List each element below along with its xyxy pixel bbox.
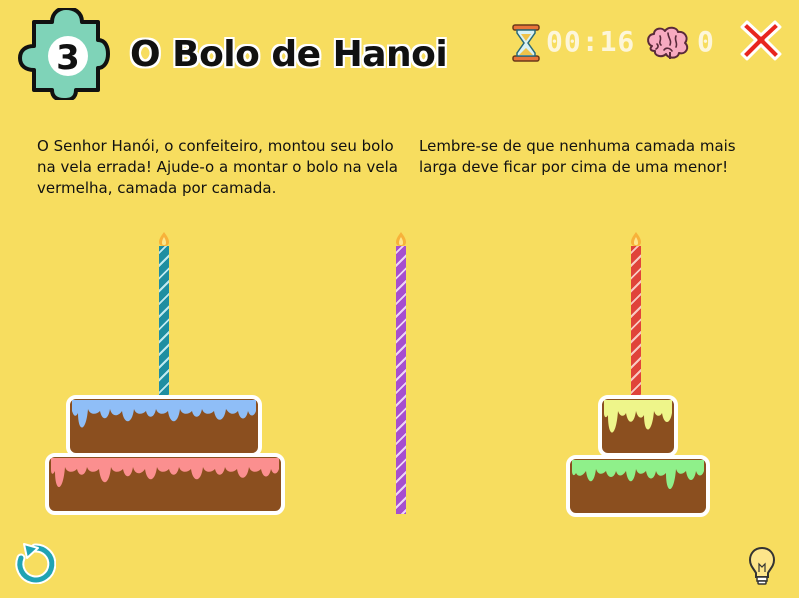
lightbulb-icon[interactable]	[748, 546, 776, 586]
flame-icon	[631, 232, 641, 246]
cake-layer-pink[interactable]	[45, 453, 285, 515]
flame-icon	[159, 232, 169, 246]
moves-counter: 0	[697, 25, 714, 58]
timer-display: 00:16	[546, 25, 636, 58]
brain-icon	[647, 26, 689, 59]
candle-blue[interactable]	[159, 246, 169, 398]
candle-red[interactable]	[631, 246, 641, 398]
close-icon[interactable]	[739, 18, 783, 62]
candle-purple[interactable]	[396, 246, 406, 514]
cake-layer-yellow[interactable]	[598, 395, 678, 457]
restart-icon[interactable]	[14, 540, 56, 584]
level-number: 3	[56, 38, 80, 78]
cake-layer-blue[interactable]	[66, 395, 262, 457]
instructions-right: Lembre-se de que nenhuma camada mais lar…	[419, 137, 736, 176]
cake-layer-green[interactable]	[566, 455, 710, 517]
puzzle-level-icon: 3	[18, 8, 110, 100]
instructions-left: O Senhor Hanói, o confeiteiro, montou se…	[37, 137, 398, 197]
flame-icon	[396, 232, 406, 246]
hourglass-icon	[512, 24, 540, 62]
page-title: O Bolo de Hanoi	[130, 34, 448, 75]
